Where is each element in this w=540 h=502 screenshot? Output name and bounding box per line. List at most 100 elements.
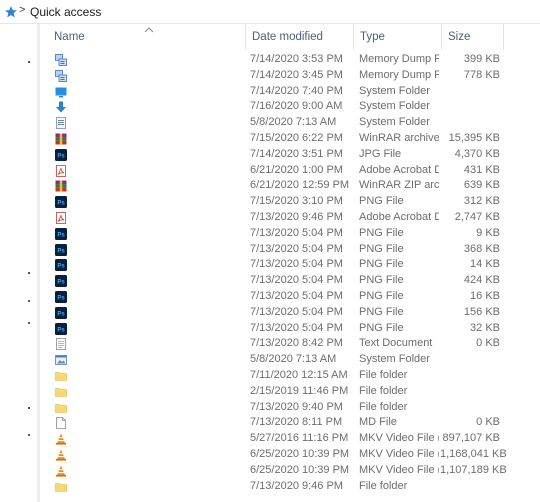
svg-text:Ps: Ps	[57, 280, 65, 286]
navigation-pane[interactable]	[0, 24, 40, 502]
size-cell: 16 KB	[470, 289, 500, 302]
pdf-icon	[55, 212, 67, 224]
file-row[interactable]: Ps 7/13/2020 5:04 PM PNG File 9 KB	[40, 226, 540, 242]
photoshop-icon: Ps	[55, 290, 67, 303]
desktop-folder-icon	[55, 86, 67, 98]
type-cell: PNG File	[359, 321, 404, 334]
type-cell: Text Document	[359, 337, 433, 350]
type-cell: Memory Dump File	[359, 68, 439, 81]
size-cell: 156 KB	[463, 305, 500, 318]
file-row[interactable]: 7/13/2020 9:46 PM Adobe Acrobat D... 2,747…	[40, 210, 540, 226]
memory-dump-icon	[55, 69, 67, 82]
nav-pane-marker	[28, 407, 30, 409]
file-row[interactable]: 6/21/2020 1:00 PM Adobe Acrobat D... 431 K…	[40, 163, 540, 179]
date-modified-cell: 6/25/2020 10:39 PM	[250, 463, 350, 476]
date-modified-cell: 7/13/2020 5:04 PM	[250, 258, 343, 271]
folder-icon	[55, 481, 67, 493]
column-name[interactable]: Name	[48, 24, 246, 50]
svg-text:Ps: Ps	[57, 201, 65, 207]
column-date-modified[interactable]: Date modified	[246, 24, 354, 50]
folder-icon	[55, 386, 67, 398]
file-list[interactable]: 7/14/2020 3:53 PMMemory Dump File399 KB7…	[40, 52, 540, 494]
date-modified-cell: 7/13/2020 5:04 PM	[250, 305, 343, 318]
date-modified-cell: 7/13/2020 5:04 PM	[250, 274, 343, 287]
size-cell: 399 KB	[463, 53, 500, 65]
photoshop-icon: Ps	[55, 322, 67, 335]
date-modified-cell: 7/14/2020 3:45 PM	[250, 68, 343, 81]
nav-pane-marker	[28, 300, 30, 302]
pictures-folder-icon	[55, 354, 67, 366]
file-row[interactable]: Ps 7/13/2020 5:04 PM PNG File 14 KB	[40, 257, 540, 273]
nav-pane-marker	[28, 322, 30, 324]
file-row[interactable]: 6/25/2020 10:39 PM MKV Video File (V...1,…	[40, 447, 540, 463]
photoshop-icon: Ps	[55, 259, 67, 272]
date-modified-cell: 6/21/2020 1:00 PM	[250, 163, 343, 176]
file-row[interactable]: Ps 7/13/2020 5:04 PM PNG File 16 KB	[40, 289, 540, 305]
downloads-folder-icon	[55, 101, 67, 113]
file-row[interactable]: 5/8/2020 7:13 AM System Folder	[40, 352, 540, 368]
type-cell: MKV Video File (V...	[359, 463, 439, 476]
type-cell: PNG File	[359, 195, 404, 208]
nav-pane-marker	[28, 272, 30, 274]
photoshop-icon: Ps	[55, 196, 67, 209]
column-type[interactable]: Type	[354, 24, 442, 50]
size-cell: 778 KB	[463, 68, 500, 81]
size-cell: 897,107 KB	[442, 432, 501, 445]
file-row[interactable]: 7/13/2020 9:46 PM File folder	[40, 479, 540, 495]
folder-icon	[55, 402, 67, 414]
type-cell: JPG File	[359, 147, 402, 160]
type-cell: WinRAR archive	[359, 131, 439, 144]
size-cell: 2,747 KB	[454, 210, 500, 223]
date-modified-cell: 5/27/2016 11:16 PM	[250, 432, 349, 445]
file-row[interactable]: Ps 7/13/2020 5:04 PM PNG File 424 KB	[40, 273, 540, 289]
file-row[interactable]: 7/15/2020 6:22 PM WinRAR archive 15,395 KB	[40, 131, 540, 147]
text-document-icon	[55, 338, 67, 351]
type-cell: PNG File	[359, 289, 404, 302]
date-modified-cell: 7/13/2020 5:04 PM	[250, 289, 343, 302]
file-row[interactable]: 7/11/2020 12:15 AM File folder	[40, 368, 540, 384]
date-modified-cell: 7/13/2020 9:46 PM	[250, 479, 343, 492]
type-cell: PNG File	[359, 226, 404, 239]
vlc-icon	[55, 433, 67, 445]
size-cell: 1,107,189 KB	[440, 463, 507, 476]
file-row[interactable]: Ps 7/15/2020 3:10 PM PNG File 312 KB	[40, 194, 540, 210]
file-row[interactable]: Ps 7/13/2020 5:04 PM PNG File 32 KB	[40, 321, 540, 337]
file-row[interactable]: 7/13/2020 9:40 PM File folder	[40, 400, 540, 416]
size-cell: 0 KB	[476, 416, 500, 429]
date-modified-cell: 7/13/2020 5:04 PM	[250, 242, 343, 255]
type-cell: WinRAR ZIP archive	[359, 179, 439, 192]
file-row[interactable]: Ps 7/13/2020 5:04 PM PNG File 156 KB	[40, 305, 540, 321]
file-row[interactable]: 5/8/2020 7:13 AM System Folder	[40, 115, 540, 131]
file-row[interactable]: Ps 7/14/2020 3:51 PM JPG File 4,370 KB	[40, 147, 540, 163]
file-row[interactable]: 6/25/2020 10:39 PM MKV Video File (V...1,…	[40, 463, 540, 479]
date-modified-cell: 7/14/2020 3:51 PM	[250, 147, 343, 160]
date-modified-cell: 7/16/2020 9:00 AM	[250, 100, 343, 113]
documents-folder-icon	[55, 117, 67, 130]
file-row[interactable]: 7/16/2020 9:00 AM System Folder	[40, 99, 540, 115]
file-row[interactable]: 7/14/2020 7:40 PM System Folder	[40, 84, 540, 100]
type-cell: Adobe Acrobat D...	[359, 210, 439, 223]
address-bar[interactable]: > Quick access	[0, 0, 540, 24]
file-row[interactable]: 5/27/2016 11:16 PM MKV Video File (V...89…	[40, 431, 540, 447]
blank-file-icon	[55, 417, 67, 430]
type-cell: File folder	[359, 479, 408, 492]
file-row[interactable]: 7/14/2020 3:45 PM Memory Dump File 778 KB	[40, 68, 540, 84]
date-modified-cell: 2/15/2019 11:46 PM	[250, 384, 349, 397]
photoshop-icon: Ps	[55, 275, 67, 288]
file-row[interactable]: 2/15/2019 11:46 PM File folder	[40, 384, 540, 400]
type-cell: System Folder	[359, 100, 430, 113]
breadcrumb-quick-access[interactable]: Quick access	[30, 5, 101, 19]
column-size[interactable]: Size	[442, 24, 504, 50]
date-modified-cell: 7/11/2020 12:15 AM	[250, 368, 348, 381]
memory-dump-icon	[55, 54, 67, 66]
size-cell: 424 KB	[463, 274, 500, 287]
svg-text:Ps: Ps	[57, 311, 65, 317]
file-row[interactable]: 7/14/2020 3:53 PM Memory Dump File 399 KB	[40, 52, 540, 68]
date-modified-cell: 5/8/2020 7:13 AM	[250, 353, 337, 366]
file-row[interactable]: Ps 7/13/2020 5:04 PM PNG File 368 KB	[40, 242, 540, 258]
file-row[interactable]: 7/13/2020 8:11 PM MD File 0 KB	[40, 415, 540, 431]
size-cell: 0 KB	[476, 337, 500, 350]
file-row[interactable]: 6/21/2020 12:59 PM WinRAR ZIP archive 639 …	[40, 178, 540, 194]
type-cell: MD File	[359, 416, 397, 429]
file-row[interactable]: 7/13/2020 8:42 PM Text Document 0 KB	[40, 336, 540, 352]
